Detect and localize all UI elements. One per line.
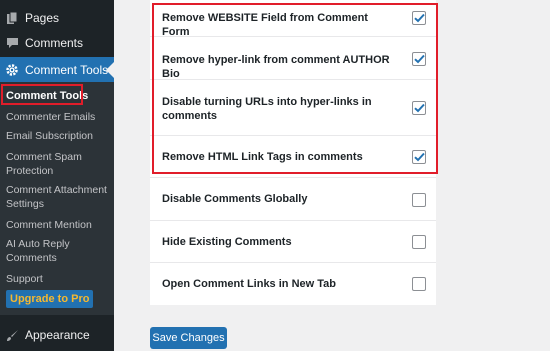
save-changes-button[interactable]: Save Changes: [150, 327, 227, 349]
sidebar-item-comments[interactable]: Comments: [0, 33, 114, 53]
highlighted-settings-box: [152, 3, 438, 174]
setting-row: Hide Existing Comments: [150, 221, 436, 263]
sidebar-item-comment-tools[interactable]: Comment Tools: [0, 57, 114, 82]
submenu-item-support[interactable]: Support: [6, 272, 112, 286]
sidebar-item-pages[interactable]: Pages: [0, 8, 114, 28]
setting-row: Open Comment Links in New Tab: [150, 263, 436, 305]
sidebar-item-label: Appearance: [25, 328, 90, 342]
upgrade-to-pro-button[interactable]: Upgrade to Pro: [6, 290, 94, 308]
sidebar-item-appearance[interactable]: Appearance: [0, 325, 114, 345]
admin-sidebar: Pages Comments Comment Tools Comment Too…: [0, 0, 114, 351]
pages-icon: [5, 11, 19, 25]
sidebar-item-label: Pages: [25, 11, 60, 25]
setting-label: Open Comment Links in New Tab: [162, 278, 336, 290]
comments-icon: [5, 36, 19, 50]
setting-checkbox[interactable]: [412, 277, 426, 291]
sidebar-item-label: Comment Tools: [25, 62, 109, 77]
current-item-highlight: [1, 84, 83, 105]
gear-icon: [5, 63, 19, 77]
setting-row: Disable Comments Globally: [150, 178, 436, 221]
submenu-item-comment-mention[interactable]: Comment Mention: [6, 218, 112, 232]
setting-label: Disable Comments Globally: [162, 193, 308, 205]
submenu-item-comment-attachment-settings[interactable]: Comment Attachment Settings: [6, 183, 112, 211]
setting-checkbox[interactable]: [412, 235, 426, 249]
active-indicator-arrow: [106, 61, 114, 78]
submenu-item-commenter-emails[interactable]: Commenter Emails: [6, 110, 112, 124]
setting-checkbox[interactable]: [412, 193, 426, 207]
submenu-item-email-subscription[interactable]: Email Subscription: [6, 129, 112, 143]
setting-label: Hide Existing Comments: [162, 236, 292, 248]
submenu-item-ai-auto-reply-comments[interactable]: AI Auto Reply Comments: [6, 237, 112, 265]
brush-icon: [5, 328, 19, 342]
sidebar-item-label: Comments: [25, 36, 84, 50]
submenu-item-comment-spam-protection[interactable]: Comment Spam Protection: [6, 150, 112, 178]
